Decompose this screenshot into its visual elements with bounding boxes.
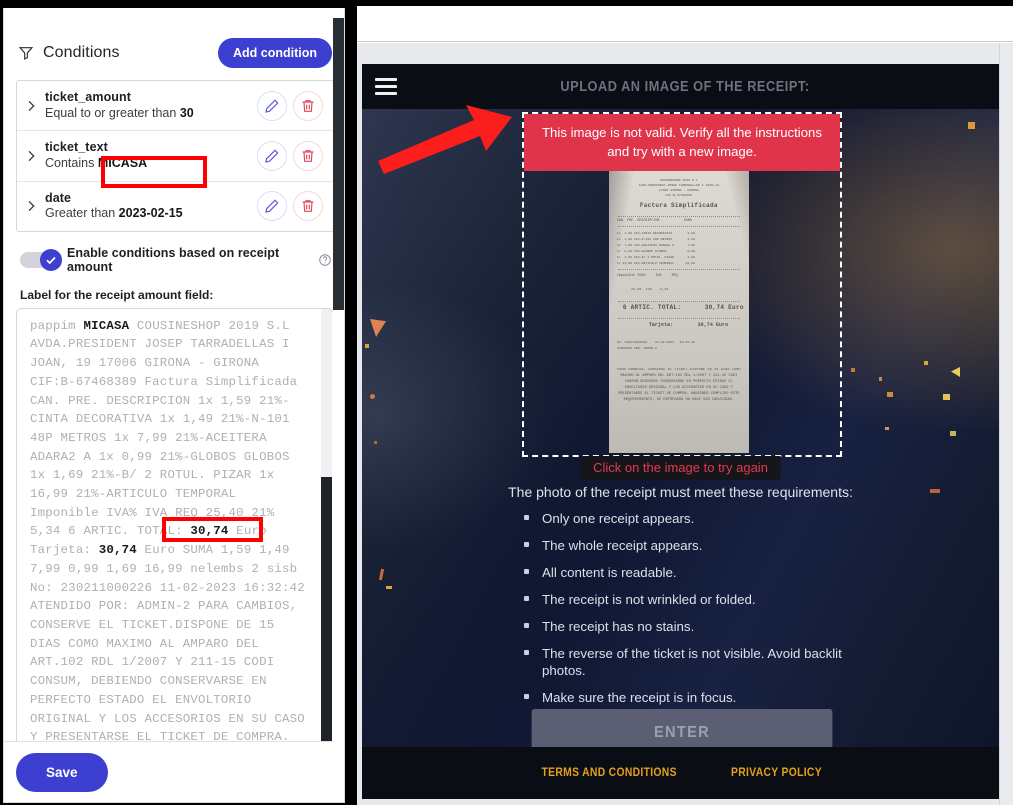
panel-divider bbox=[347, 0, 357, 805]
question-mark-icon[interactable] bbox=[318, 253, 332, 267]
add-condition-button[interactable]: Add condition bbox=[217, 38, 332, 68]
list-item: Only one receipt appears. bbox=[520, 510, 865, 537]
chevron-right-icon[interactable] bbox=[23, 198, 39, 214]
enable-conditions-toggle[interactable] bbox=[20, 248, 62, 271]
chevron-right-icon[interactable] bbox=[23, 148, 39, 164]
receipt-cif: CIF:B-67468389 bbox=[665, 193, 693, 197]
edit-condition-button[interactable] bbox=[257, 90, 287, 121]
receipt-card-line: Tarjeta: 30,74 Euro bbox=[648, 322, 729, 328]
total-highlight-1: 30,74 bbox=[190, 524, 229, 539]
app-frame: UPLOAD AN IMAGE OF THE RECEIPT: COUSINES… bbox=[357, 43, 1013, 805]
condition-row-date[interactable]: date Greater than 2023-02-15 bbox=[17, 182, 333, 231]
page-title: Conditions bbox=[43, 44, 120, 61]
receipt-field-label: Label for the receipt amount field: bbox=[20, 287, 214, 302]
save-button[interactable]: Save bbox=[16, 753, 108, 792]
list-item: The whole receipt appears. bbox=[520, 537, 865, 564]
edit-condition-button[interactable] bbox=[257, 191, 287, 222]
condition-row-ticket-amount[interactable]: ticket_amount Equal to or greater than 3… bbox=[17, 81, 333, 132]
pencil-icon bbox=[265, 199, 279, 213]
screenshot-root: Conditions Add condition ticket_amount E… bbox=[0, 0, 1013, 805]
click-image-to-try-again-label[interactable]: Click on the image to try again bbox=[580, 456, 781, 480]
upload-heading: UPLOAD AN IMAGE OF THE RECEIPT: bbox=[560, 78, 810, 95]
requirements-title: The photo of the receipt must meet these… bbox=[508, 484, 853, 500]
toggle-label: Enable conditions based on receipt amoun… bbox=[67, 245, 280, 274]
receipt-attended: ATENDIDO POR: ADMIN-2 bbox=[616, 346, 657, 350]
receipt-total: 6 ARTIC. TOTAL: 30,74 Euro bbox=[622, 304, 744, 311]
trash-icon bbox=[302, 200, 314, 213]
browser-chrome-area bbox=[357, 6, 1013, 42]
receipt-tax-header: Imponible IVA% IVA REQ bbox=[616, 273, 678, 277]
delete-condition-button[interactable] bbox=[293, 191, 323, 222]
conditions-header: Conditions Add condition bbox=[4, 8, 344, 80]
receipt-text-content: pappim MICASA COUSINESHOP 2019 S.L AVDA.… bbox=[17, 309, 333, 802]
total-highlight-2: 30,74 bbox=[98, 543, 137, 558]
condition-row-ticket-text[interactable]: ticket_text Contains MICASA bbox=[17, 131, 333, 182]
condition-operator: Equal to or greater than bbox=[45, 105, 177, 120]
browser-viewport: UPLOAD AN IMAGE OF THE RECEIPT: COUSINES… bbox=[357, 6, 1013, 805]
text-before-micasa: pappim bbox=[30, 318, 84, 333]
conditions-list: ticket_amount Equal to or greater than 3… bbox=[16, 80, 334, 232]
condition-name: date bbox=[45, 190, 72, 205]
requirements-list: Only one receipt appears. The whole rece… bbox=[520, 510, 865, 716]
list-item: The receipt has no stains. bbox=[520, 618, 865, 645]
delete-condition-button[interactable] bbox=[293, 140, 323, 171]
image-dropzone[interactable]: COUSINESHOP 2019 S.L AVDA.PRESIDENT JOSE… bbox=[522, 112, 842, 457]
trash-icon bbox=[302, 99, 314, 112]
list-item: The receipt is not wrinkled or folded. bbox=[520, 591, 865, 618]
receipt-address-1: AVDA.PRESIDENT JOSEP TARRADELLAS I JOAN,… bbox=[638, 183, 719, 187]
filter-icon bbox=[18, 47, 34, 60]
condition-name: ticket_amount bbox=[45, 90, 132, 104]
micasa-highlight: MICASA bbox=[83, 318, 130, 333]
receipt-item: 1x 0,99 21%-GLOBOS GLOBOS 0,99 bbox=[616, 249, 695, 253]
check-icon bbox=[46, 256, 56, 264]
toggle-knob bbox=[40, 248, 62, 271]
browser-scrollbar[interactable] bbox=[999, 43, 1013, 805]
receipt-thumbnail-image: COUSINESHOP 2019 S.L AVDA.PRESIDENT JOSE… bbox=[608, 168, 749, 453]
trash-icon bbox=[302, 149, 314, 162]
receipt-item: 1x 7,99 21%-ACEITERA ADARA2 A 7,99 bbox=[616, 243, 695, 247]
condition-value: MICASA bbox=[97, 155, 148, 170]
edit-condition-button[interactable] bbox=[257, 140, 287, 171]
receipt-upload-app: UPLOAD AN IMAGE OF THE RECEIPT: COUSINES… bbox=[362, 64, 999, 799]
receipt-item: 1x 1,49 21%-N-101 48P METROS 1,49 bbox=[616, 237, 695, 241]
receipt-store: COUSINESHOP 2019 S.L bbox=[659, 178, 698, 182]
receipt-item: 1x 1,59 21%-CINTA DECORATIVA 1,59 bbox=[616, 231, 695, 235]
pencil-icon bbox=[265, 99, 279, 113]
receipt-address-2: 17006 GIRONA - GIRONA bbox=[658, 188, 699, 192]
condition-value: 30 bbox=[179, 105, 194, 120]
save-bar: Save bbox=[4, 741, 344, 802]
panel-scrollbar-track[interactable] bbox=[333, 8, 344, 802]
receipt-tax-values: 25,40 21% 5,34 bbox=[630, 288, 669, 292]
error-banner: This image is not valid. Verify all the … bbox=[524, 114, 840, 171]
pencil-icon bbox=[265, 149, 279, 163]
receipt-doc-no: No: 230211000226 11-02-2023 16:32:42 bbox=[616, 340, 695, 344]
condition-description: Equal to or greater than 30 bbox=[45, 106, 251, 122]
app-footer: TERMS AND CONDITIONS PRIVACY POLICY bbox=[362, 747, 999, 799]
condition-operator: Contains bbox=[45, 155, 95, 170]
condition-operator: Greater than bbox=[45, 206, 116, 221]
receipt-amount-toggle-row: Enable conditions based on receipt amoun… bbox=[4, 232, 344, 280]
chevron-right-icon[interactable] bbox=[23, 98, 39, 114]
app-topbar: UPLOAD AN IMAGE OF THE RECEIPT: bbox=[362, 64, 999, 109]
list-item: The reverse of the ticket is not visible… bbox=[520, 645, 865, 689]
condition-description: Contains MICASA bbox=[45, 156, 251, 172]
delete-condition-button[interactable] bbox=[293, 90, 323, 121]
receipt-col-headers: CAN. PRE. DESCRIPCION SUMA bbox=[616, 218, 692, 222]
receipt-text-area[interactable]: pappim MICASA COUSINESHOP 2019 S.L AVDA.… bbox=[16, 307, 334, 802]
condition-description: Greater than 2023-02-15 bbox=[45, 206, 251, 222]
receipt-legal-text: PARA CAMBIOS, CONSERVE EL TICKET.DISPONE… bbox=[617, 368, 741, 402]
receipt-item: 1x 16,99 21%-ARTICULO TEMPORAL 16,99 bbox=[616, 261, 695, 265]
condition-name: ticket_text bbox=[45, 140, 108, 155]
list-item: All content is readable. bbox=[520, 564, 865, 591]
privacy-policy-link[interactable]: PRIVACY POLICY bbox=[731, 767, 822, 779]
receipt-doc-title: Factura Simplificada bbox=[639, 202, 718, 209]
hamburger-menu-icon[interactable] bbox=[375, 78, 397, 95]
terms-and-conditions-link[interactable]: TERMS AND CONDITIONS bbox=[541, 767, 676, 779]
condition-value: 2023-02-15 bbox=[118, 206, 183, 221]
conditions-panel: Conditions Add condition ticket_amount E… bbox=[3, 8, 345, 803]
receipt-text-part-1: COUSINESHOP 2019 S.L AVDA.PRESIDENT JOSE… bbox=[30, 318, 305, 539]
panel-scrollbar-thumb[interactable] bbox=[333, 18, 344, 310]
receipt-item: 1x 1,69 21%-B/ 2 ROTUL. PIZAR 1,69 bbox=[616, 255, 695, 259]
